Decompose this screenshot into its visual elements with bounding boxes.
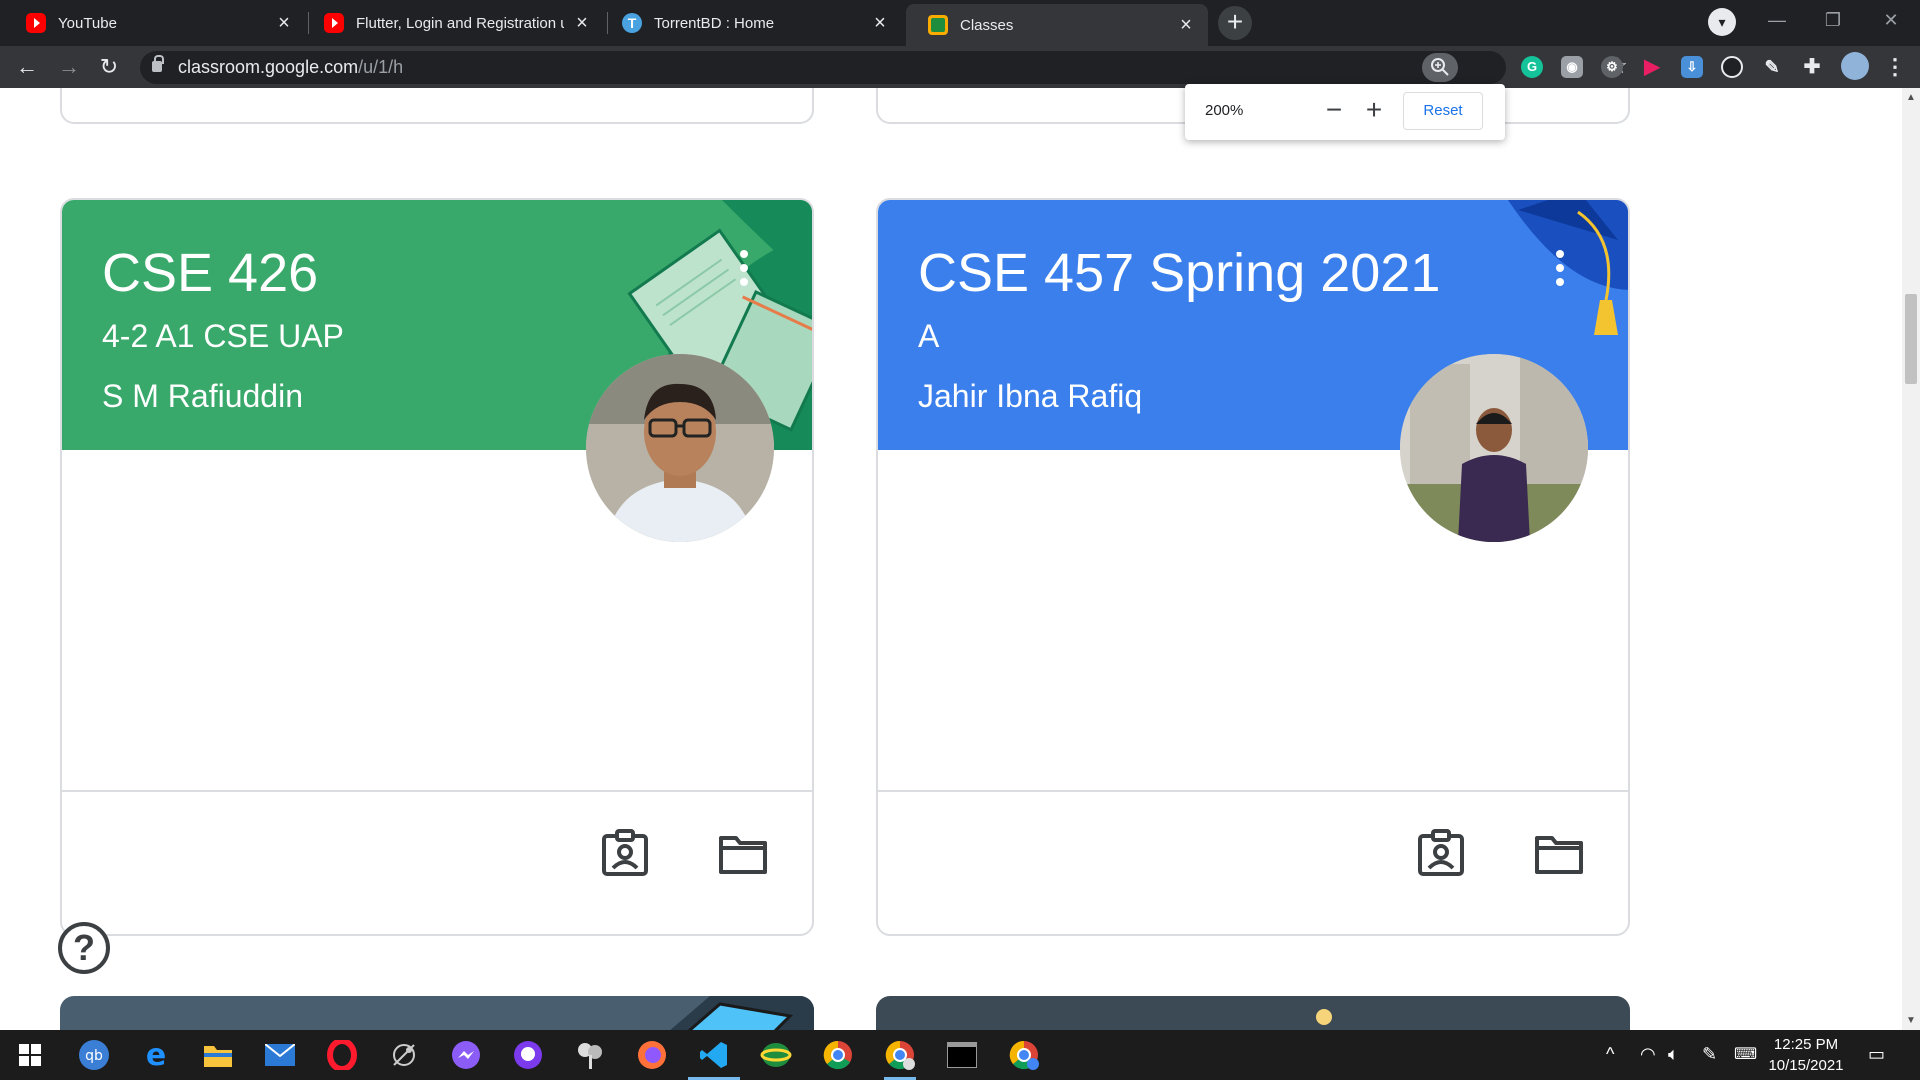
class-options-icon[interactable] [734, 250, 754, 296]
forward-arrow-icon[interactable]: → [52, 50, 86, 84]
class-title[interactable]: CSE 457 Spring 2021 [918, 242, 1440, 304]
zoom-percent: 200% [1205, 102, 1244, 119]
tab-classes[interactable]: Classes × [906, 4, 1208, 46]
page-scrollbar[interactable]: ▲ ▼ [1902, 88, 1920, 1030]
google-classroom-icon [928, 15, 948, 35]
volume-icon[interactable]: 🔈︎ [1668, 1044, 1679, 1065]
url-text[interactable]: classroom.google.com/u/1/h [178, 57, 403, 78]
pen-icon[interactable]: ✎ [1702, 1044, 1717, 1065]
minimize-button[interactable]: — [1754, 0, 1800, 40]
satellite-icon[interactable] [386, 1037, 422, 1073]
lock-icon[interactable] [152, 55, 164, 72]
mail-icon[interactable] [262, 1037, 298, 1073]
class-options-icon[interactable] [1550, 250, 1570, 296]
chrome-icon[interactable] [882, 1037, 918, 1080]
play-extension-icon[interactable]: ▶ [1641, 56, 1663, 78]
tab-title: TorrentBD : Home [654, 14, 775, 32]
svg-text:qb: qb [85, 1048, 103, 1064]
tab-youtube[interactable]: YouTube × [4, 4, 306, 42]
tab-search-icon[interactable]: ▾ [1708, 8, 1736, 36]
chrome-menu-icon[interactable]: ⋮ [1884, 54, 1906, 80]
translate-extension-icon[interactable]: ⚙ [1601, 56, 1623, 78]
firefox-icon[interactable] [634, 1037, 670, 1073]
folder-icon[interactable] [718, 828, 768, 878]
clock-date: 10/15/2021 [1768, 1057, 1844, 1074]
teacher-avatar [1400, 354, 1588, 542]
browser-tab-strip: YouTube × Flutter, Login and Registratio… [0, 0, 1920, 46]
close-window-button[interactable]: ✕ [1868, 0, 1914, 40]
youtube-icon [324, 13, 344, 33]
torrentbd-icon: T [622, 13, 642, 33]
github-desktop-icon[interactable] [510, 1037, 546, 1073]
card-illustration [1316, 1009, 1332, 1025]
grammarly-icon[interactable]: G [1521, 56, 1543, 78]
zoom-in-button[interactable]: + [1357, 94, 1391, 128]
zoom-indicator-icon[interactable] [1422, 53, 1458, 82]
assignment-icon[interactable] [1416, 828, 1466, 878]
tab-title: YouTube [58, 14, 117, 32]
opera-icon[interactable] [324, 1037, 360, 1073]
notifications-icon[interactable]: ▭ [1868, 1044, 1885, 1065]
windows-start-icon[interactable] [12, 1037, 48, 1073]
clock-time: 12:25 PM [1773, 1036, 1839, 1053]
restore-button[interactable]: ❐ [1810, 0, 1856, 40]
youtube-icon [26, 13, 46, 33]
wifi-icon[interactable]: ◠ [1640, 1044, 1656, 1065]
class-card-previous[interactable] [60, 88, 814, 124]
terminal-icon[interactable] [944, 1037, 980, 1073]
zoom-reset-button[interactable]: Reset [1403, 92, 1483, 130]
address-bar[interactable]: classroom.google.com/u/1/h ☆ [140, 51, 1628, 84]
browser-toolbar: ← → ↻ classroom.google.com/u/1/h ☆ G ◉ ⚙… [0, 46, 1920, 88]
chevron-up-icon[interactable]: ^ [1606, 1044, 1614, 1065]
eyedropper-extension-icon[interactable]: ✎ [1761, 56, 1783, 78]
pinwheel-icon[interactable] [572, 1037, 608, 1073]
class-teacher: Jahir Ibna Rafiq [918, 378, 1143, 414]
new-tab-button[interactable]: + [1218, 6, 1252, 40]
svg-text:e: e [146, 1040, 166, 1070]
download-extension-icon[interactable]: ⇩ [1681, 56, 1703, 78]
windows-taskbar: qb e ^ ◠ 🔈︎ ✎ ⌨ 12:25 PM 10/15/2021 ▭ [0, 1030, 1920, 1080]
class-section: 4-2 A1 CSE UAP [102, 318, 344, 354]
file-explorer-icon[interactable] [200, 1037, 236, 1073]
tab-title: Flutter, Login and Registration us [356, 14, 564, 32]
keyboard-icon[interactable]: ⌨ [1734, 1044, 1757, 1064]
scrollbar-thumb[interactable] [1905, 294, 1917, 384]
card-illustration [670, 996, 814, 1030]
tab-title: Classes [960, 16, 1014, 34]
class-card-next[interactable] [60, 996, 814, 1030]
qbittorrent-icon[interactable]: qb [76, 1037, 112, 1073]
class-teacher: S M Rafiuddin [102, 378, 303, 414]
camera-extension-icon[interactable]: ◉ [1561, 56, 1583, 78]
chrome-icon[interactable] [1006, 1037, 1042, 1073]
close-tab-icon[interactable]: × [1176, 14, 1196, 37]
edge-icon[interactable]: e [138, 1037, 174, 1073]
extensions-puzzle-icon[interactable]: ✚ [1801, 56, 1823, 78]
close-tab-icon[interactable]: × [572, 12, 592, 35]
class-card-next[interactable] [876, 996, 1630, 1030]
class-card[interactable]: CSE 426 4-2 A1 CSE UAP S M Rafiuddin [60, 198, 814, 936]
class-title[interactable]: CSE 426 [102, 242, 318, 304]
record-extension-icon[interactable] [1721, 56, 1743, 78]
tab-flutter[interactable]: Flutter, Login and Registration us × [302, 4, 604, 42]
globe-icon[interactable] [758, 1037, 794, 1073]
chrome-icon[interactable] [820, 1037, 856, 1073]
assignment-icon[interactable] [600, 828, 650, 878]
vscode-icon[interactable] [688, 1037, 740, 1080]
classroom-page: CSE 426 4-2 A1 CSE UAP S M Rafiuddin CSE… [0, 88, 1920, 1030]
folder-icon[interactable] [1534, 828, 1584, 878]
messenger-icon[interactable] [448, 1037, 484, 1073]
back-arrow-icon[interactable]: ← [10, 50, 44, 84]
help-icon[interactable]: ? [58, 922, 110, 974]
teacher-avatar [586, 354, 774, 542]
class-card[interactable]: CSE 457 Spring 2021 A Jahir Ibna Rafiq [876, 198, 1630, 936]
tab-torrentbd[interactable]: T TorrentBD : Home × [600, 4, 902, 42]
close-tab-icon[interactable]: × [274, 12, 294, 35]
zoom-out-button[interactable]: − [1317, 94, 1351, 128]
close-tab-icon[interactable]: × [870, 12, 890, 35]
taskbar-clock[interactable]: 12:25 PM 10/15/2021 [1758, 1034, 1854, 1076]
profile-avatar[interactable] [1841, 52, 1869, 80]
reload-icon[interactable]: ↻ [92, 50, 126, 84]
zoom-popup: 200% − + Reset [1185, 84, 1505, 140]
class-section: A [918, 318, 940, 354]
